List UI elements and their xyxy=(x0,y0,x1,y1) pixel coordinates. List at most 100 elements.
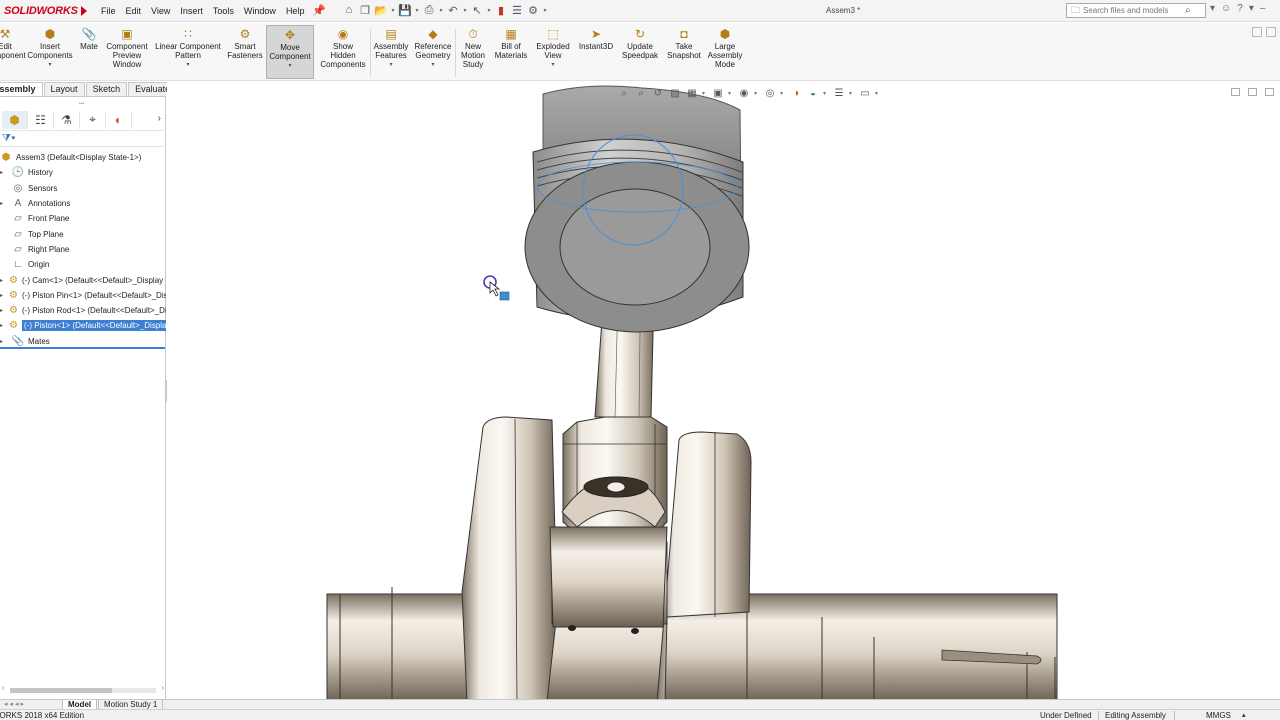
print-dropdown-icon[interactable]: ▾ xyxy=(438,7,444,14)
tree-item-annotations[interactable]: ▸ A Annotations xyxy=(0,196,166,211)
select-cursor-icon[interactable]: ↖ xyxy=(470,3,484,17)
move-component-button[interactable]: ✥ Move Component ▾ xyxy=(266,25,314,79)
feature-manager-tree-icon[interactable]: ⬢ xyxy=(2,110,28,129)
bill-of-materials-button[interactable]: ▦ Bill of Materials xyxy=(493,27,529,60)
traffic-light-icon[interactable]: ▮ xyxy=(494,3,508,17)
edit-component-button[interactable]: ⚒ Edit Component xyxy=(0,27,26,60)
tree-item-origin[interactable]: ∟ Origin xyxy=(0,257,166,272)
take-snapshot-button[interactable]: ◘ Take Snapshot xyxy=(664,27,704,60)
menu-window[interactable]: Window xyxy=(239,4,281,18)
brand-logo[interactable]: SOLIDWORKS xyxy=(0,3,87,19)
display-manager-icon[interactable]: ◐ xyxy=(106,110,132,129)
search-input[interactable] xyxy=(1083,6,1184,15)
options-gear-icon[interactable]: ⚙ xyxy=(526,3,540,17)
component-preview-window-button[interactable]: ▣ Component Preview Window xyxy=(103,27,151,69)
more-tabs-arrow-icon[interactable]: › xyxy=(158,113,161,124)
search-scope-icon[interactable]: 🗀 xyxy=(1071,3,1080,19)
graphics-area[interactable]: ⌕ ⌕ ↺ ▨ ▦ ▾ ▣ ▾ ◉ ▾ ◎ ▾ ◑ ◒ ▾ ☰ ▾ ▭ ▾ xyxy=(167,82,1280,700)
units-dropdown-icon[interactable]: ▴ xyxy=(1242,711,1246,719)
menu-file[interactable]: File xyxy=(96,4,121,18)
assembly-features-dropdown-icon[interactable]: ▾ xyxy=(389,61,392,68)
menu-tools[interactable]: Tools xyxy=(208,4,239,18)
tree-item-top-plane[interactable]: ▱ Top Plane xyxy=(0,226,166,241)
expand-arrow-icon[interactable]: ▸ xyxy=(0,322,3,329)
undo-icon[interactable]: ↶ xyxy=(446,3,460,17)
tree-item-piston-rod[interactable]: ▸ ⚙ (-) Piston Rod<1> (Default<<Default>… xyxy=(0,303,166,318)
open-icon[interactable]: 📂 xyxy=(374,3,388,17)
property-manager-icon[interactable]: ☷ xyxy=(28,110,54,129)
apply-scene-icon[interactable]: ◒ xyxy=(806,86,820,100)
dynamic-annotation-icon[interactable]: ▦ xyxy=(685,86,699,100)
menu-view[interactable]: View xyxy=(146,4,175,18)
menu-insert[interactable]: Insert xyxy=(175,4,208,18)
save-dropdown-icon[interactable]: ▾ xyxy=(414,7,420,14)
assembly-model-render[interactable] xyxy=(167,82,1280,700)
scene-dropdown-icon[interactable]: ▾ xyxy=(823,90,829,97)
expand-arrow-icon[interactable]: ▸ xyxy=(0,200,6,207)
tree-item-piston-pin[interactable]: ▸ ⚙ (-) Piston Pin<1> (Default<<Default>… xyxy=(0,288,166,303)
search-icon[interactable]: ⌕ xyxy=(1185,5,1191,16)
reference-geometry-button[interactable]: ◆ Reference Geometry ▾ xyxy=(412,27,454,68)
expand-arrow-icon[interactable]: ▸ xyxy=(0,277,3,284)
tab-scroll-arrows-icon[interactable]: ◂◂◂▸ xyxy=(4,700,26,708)
zoom-to-fit-icon[interactable]: ⌕ xyxy=(617,86,631,100)
instant3d-button[interactable]: ➤ Instant3D xyxy=(576,27,616,51)
tree-item-history[interactable]: ▸ 🕒 History xyxy=(0,165,166,180)
select-dropdown-icon[interactable]: ▾ xyxy=(486,7,492,14)
show-hidden-components-button[interactable]: ◉ Show Hidden Components xyxy=(318,27,368,69)
monitor-dropdown-icon[interactable]: ▾ xyxy=(875,90,881,97)
tab-assembly[interactable]: Assembly xyxy=(0,82,43,96)
expand-arrow-icon[interactable]: ▸ xyxy=(0,338,6,345)
exploded-view-button[interactable]: ⬚ Exploded View ▾ xyxy=(534,27,572,68)
linear-pattern-dropdown-icon[interactable]: ▾ xyxy=(186,61,189,68)
dimxpert-manager-icon[interactable]: ⌖ xyxy=(80,110,106,129)
configuration-manager-icon[interactable]: ⚗ xyxy=(54,110,80,129)
previous-view-icon[interactable]: ↺ xyxy=(651,86,665,100)
orientation-dropdown-icon[interactable]: ▾ xyxy=(728,90,734,97)
user-account-icon[interactable]: ☺ xyxy=(1221,3,1231,14)
linear-component-pattern-button[interactable]: ∷ Linear Component Pattern ▾ xyxy=(153,27,223,68)
view-orientation-icon[interactable]: ▣ xyxy=(711,86,725,100)
tree-root-assembly[interactable]: ⬢ Assem3 (Default<Display State-1>) xyxy=(0,150,166,165)
tree-item-front-plane[interactable]: ▱ Front Plane xyxy=(0,211,166,226)
search-dropdown-icon[interactable]: ▾ xyxy=(1210,3,1215,14)
view-dropdown-icon[interactable]: ▾ xyxy=(702,90,708,97)
maximize-panel-icon[interactable] xyxy=(1266,27,1276,37)
crankshaft[interactable] xyxy=(326,416,1058,700)
exploded-view-dropdown-icon[interactable]: ▾ xyxy=(551,61,554,68)
tree-item-sensors[interactable]: ◎ Sensors xyxy=(0,181,166,196)
maximize-viewport-icon[interactable] xyxy=(1248,88,1257,96)
restore-panel-icon[interactable] xyxy=(1252,27,1262,37)
expand-arrow-icon[interactable]: ▸ xyxy=(0,169,6,176)
display-style-icon[interactable]: ◉ xyxy=(737,86,751,100)
expand-arrow-icon[interactable]: ▸ xyxy=(0,292,3,299)
home-icon[interactable]: ⌂ xyxy=(342,3,356,17)
undo-dropdown-icon[interactable]: ▾ xyxy=(462,7,468,14)
expand-arrow-icon[interactable]: ▸ xyxy=(0,307,3,314)
assembly-features-button[interactable]: ▤ Assembly Features ▾ xyxy=(372,27,410,68)
hide-show-dropdown-icon[interactable]: ▾ xyxy=(780,90,786,97)
panel-horizontal-scrollbar[interactable]: ‹ › xyxy=(2,685,164,695)
piston[interactable] xyxy=(524,85,750,333)
filter-icon[interactable]: ⧩▾ xyxy=(0,133,166,147)
monitor-icon[interactable]: ▭ xyxy=(858,86,872,100)
scroll-thumb[interactable] xyxy=(10,688,112,693)
insert-components-dropdown-icon[interactable]: ▾ xyxy=(48,61,51,68)
tree-item-cam[interactable]: ▸ ⚙ (-) Cam<1> (Default<<Default>_Displa… xyxy=(0,272,166,287)
view-settings-icon[interactable]: ☰ xyxy=(832,86,846,100)
help-dropdown-icon[interactable]: ▾ xyxy=(1249,3,1254,14)
reference-geometry-dropdown-icon[interactable]: ▾ xyxy=(431,61,434,68)
hide-show-items-icon[interactable]: ◎ xyxy=(763,86,777,100)
menu-help[interactable]: Help xyxy=(281,4,310,18)
tab-layout[interactable]: Layout xyxy=(43,82,85,96)
zoom-to-area-icon[interactable]: ⌕ xyxy=(634,86,648,100)
view-settings-dropdown-icon[interactable]: ▾ xyxy=(849,90,855,97)
large-assembly-mode-button[interactable]: ⬢ Large Assembly Mode xyxy=(705,27,745,69)
pin-menu-icon[interactable]: 📌 xyxy=(312,4,326,17)
new-motion-study-button[interactable]: ⏱ New Motion Study xyxy=(457,27,489,70)
panel-grip-icon[interactable]: ••• xyxy=(79,101,84,107)
mate-button[interactable]: 📎 Mate xyxy=(77,27,101,51)
smart-fasteners-button[interactable]: ⚙ Smart Fasteners xyxy=(226,27,264,60)
scroll-left-icon[interactable]: ‹ xyxy=(2,685,4,692)
help-icon[interactable]: ? xyxy=(1237,3,1243,14)
